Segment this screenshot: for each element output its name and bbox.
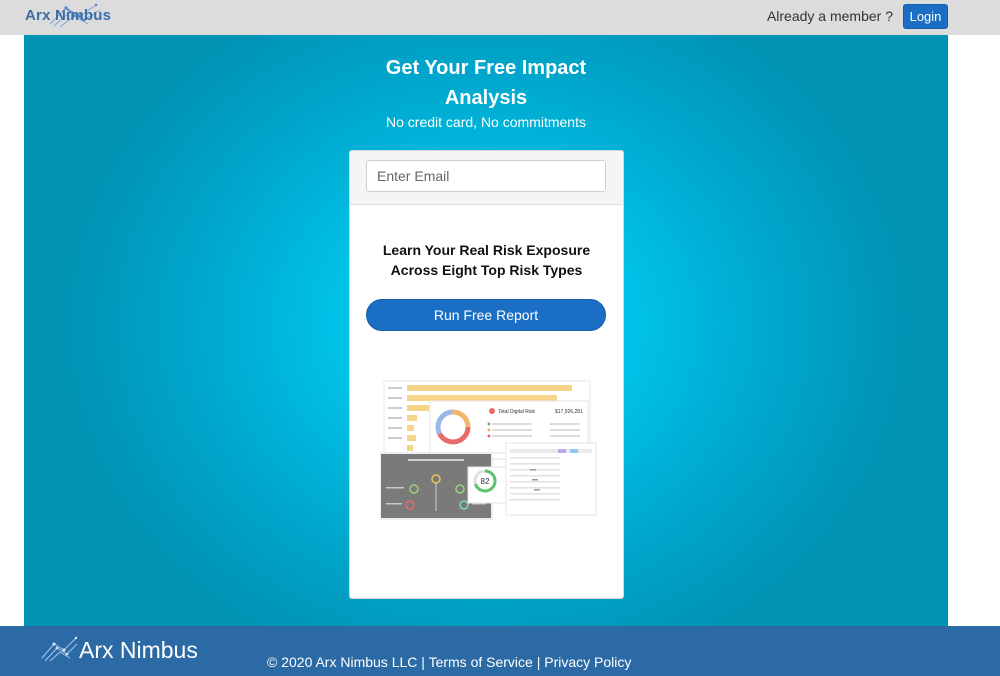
preview-table-panel [505, 442, 597, 516]
top-navbar: Arx Nimbus Already a member ? Login [0, 0, 1000, 35]
hero-title: Get Your Free Impact Analysis [24, 53, 948, 113]
footer-separator: | [532, 654, 545, 670]
card-heading: Learn Your Real Risk Exposure Across Eig… [350, 240, 623, 280]
hero-subtitle: No credit card, No commitments [386, 114, 586, 130]
privacy-policy-link[interactable]: Privacy Policy [544, 654, 631, 670]
preview-score-badge: 82 [467, 466, 507, 504]
login-button[interactable]: Login [903, 4, 948, 29]
preview-total-label: Total Digital Risk [498, 409, 535, 415]
card-heading-line2: Across Eight Top Risk Types [390, 262, 583, 278]
run-free-report-button[interactable]: Run Free Report [366, 299, 606, 331]
terms-of-service-link[interactable]: Terms of Service [429, 654, 533, 670]
arx-nimbus-logo-icon [41, 636, 78, 662]
email-field[interactable] [366, 160, 606, 192]
signup-card: Learn Your Real Risk Exposure Across Eig… [349, 150, 624, 599]
preview-total-value: $17,926,281 [555, 409, 583, 415]
hero-title-line2: Analysis [444, 87, 528, 109]
footer-separator: | [417, 654, 429, 670]
card-heading-line1: Learn Your Real Risk Exposure [382, 242, 591, 258]
member-prompt: Already a member ? [766, 8, 893, 24]
hero-section: Get Your Free Impact Analysis No credit … [24, 35, 948, 626]
brand-logo-text: Arx Nimbus [25, 7, 112, 24]
copyright-text: © 2020 Arx Nimbus LLC [267, 654, 418, 670]
footer-copyright-line: © 2020 Arx Nimbus LLC | Terms of Service… [267, 654, 631, 670]
preview-score-value: 82 [481, 477, 490, 486]
report-preview-image: Total Digital Risk $17,926,281 82 [379, 379, 602, 524]
hero-title-line1: Get Your Free Impact [385, 57, 587, 79]
signup-card-header [350, 151, 623, 205]
brand-logo[interactable]: Arx Nimbus [24, 2, 114, 28]
footer: Arx Nimbus © 2020 Arx Nimbus LLC | Terms… [0, 626, 1000, 676]
footer-logo-text: Arx Nimbus [79, 637, 198, 663]
